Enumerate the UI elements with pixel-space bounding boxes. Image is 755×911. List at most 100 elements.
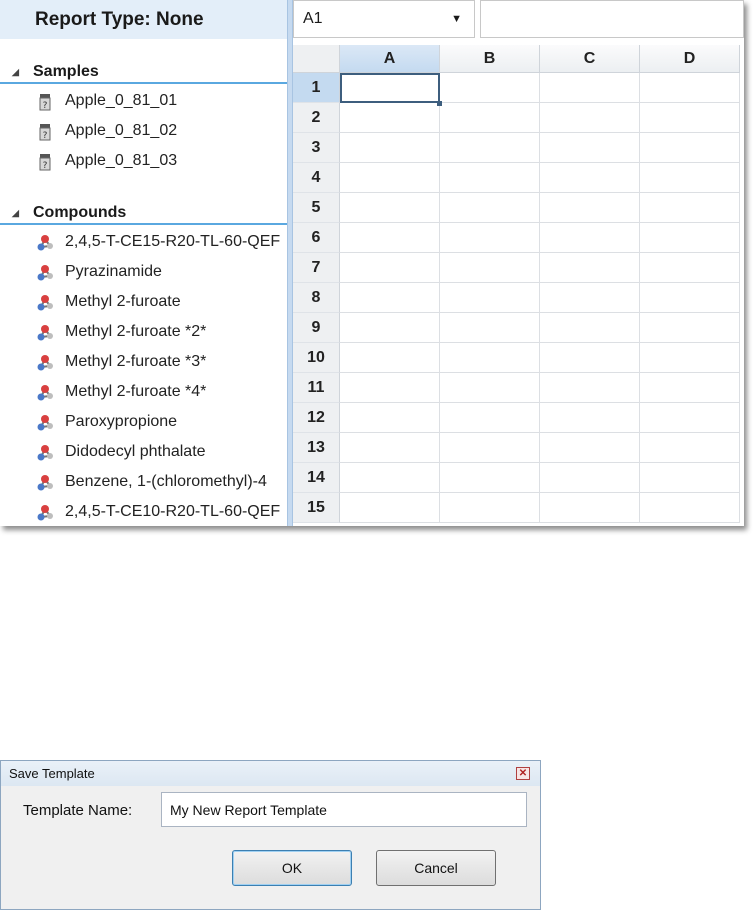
column-header[interactable]: B [440,45,540,73]
grid-cell[interactable] [340,403,440,433]
grid-cell[interactable] [340,433,440,463]
row-header[interactable]: 11 [293,373,340,403]
row-header[interactable]: 2 [293,103,340,133]
collapse-triangle-icon[interactable]: ◢ [12,60,19,84]
row-header[interactable]: 1 [293,73,340,103]
grid-cell[interactable] [540,253,640,283]
grid-cell[interactable] [440,103,540,133]
close-icon[interactable]: ✕ [516,767,530,780]
template-name-input[interactable] [161,792,527,827]
column-header[interactable]: C [540,45,640,73]
grid-cell[interactable] [340,463,440,493]
grid-cell[interactable] [640,343,740,373]
grid-cell[interactable] [540,343,640,373]
fill-handle[interactable] [437,101,442,106]
row-header[interactable]: 4 [293,163,340,193]
grid-cell[interactable] [440,373,540,403]
grid-cell[interactable] [640,223,740,253]
grid-cell[interactable] [540,73,640,103]
select-all-corner[interactable] [293,45,340,73]
row-header[interactable]: 14 [293,463,340,493]
active-cell[interactable] [340,73,440,103]
grid-cell[interactable] [340,103,440,133]
grid-cell[interactable] [340,253,440,283]
compound-item[interactable]: Benzene, 1-(chloromethyl)-4 [0,467,287,497]
grid-cell[interactable] [540,163,640,193]
grid-cell[interactable] [640,73,740,103]
row-header[interactable]: 8 [293,283,340,313]
grid-cell[interactable] [540,283,640,313]
cancel-button[interactable]: Cancel [376,850,496,886]
row-header[interactable]: 9 [293,313,340,343]
grid-cell[interactable] [640,103,740,133]
grid-cell[interactable] [640,433,740,463]
grid-cell[interactable] [540,463,640,493]
grid-cell[interactable] [340,493,440,523]
compound-item[interactable]: Didodecyl phthalate [0,437,287,467]
grid-cell[interactable] [640,373,740,403]
grid-cell[interactable] [340,313,440,343]
grid-cell[interactable] [440,463,540,493]
grid-cell[interactable] [640,313,740,343]
grid-cell[interactable] [640,133,740,163]
grid-cell[interactable] [540,193,640,223]
row-header[interactable]: 10 [293,343,340,373]
grid-cell[interactable] [640,283,740,313]
row-header[interactable]: 6 [293,223,340,253]
compound-item[interactable]: Paroxypropione [0,407,287,437]
cell-name-box[interactable]: A1 ▼ [293,0,475,38]
grid-cell[interactable] [440,163,540,193]
grid-cell[interactable] [340,133,440,163]
grid-cell[interactable] [440,283,540,313]
grid-cell[interactable] [440,193,540,223]
grid-cell[interactable] [540,493,640,523]
dropdown-arrow-icon[interactable]: ▼ [451,1,462,37]
collapse-triangle-icon[interactable]: ◢ [12,201,19,225]
grid-cell[interactable] [340,223,440,253]
row-header[interactable]: 5 [293,193,340,223]
row-header[interactable]: 7 [293,253,340,283]
sample-item[interactable]: ? Apple_0_81_03 [0,146,287,176]
grid-cell[interactable] [340,343,440,373]
grid-cell[interactable] [540,433,640,463]
compound-item[interactable]: Methyl 2-furoate [0,287,287,317]
grid-cell[interactable] [340,373,440,403]
compound-item[interactable]: 2,4,5-T-CE15-R20-TL-60-QEF [0,227,287,257]
grid-cell[interactable] [440,133,540,163]
sample-item[interactable]: ? Apple_0_81_02 [0,116,287,146]
row-header[interactable]: 15 [293,493,340,523]
grid-cell[interactable] [340,193,440,223]
grid-cell[interactable] [540,403,640,433]
compound-item[interactable]: 2,4,5-T-CE10-R20-TL-60-QEF [0,497,287,526]
grid-cell[interactable] [440,493,540,523]
grid-cell[interactable] [340,283,440,313]
grid-cell[interactable] [640,193,740,223]
grid-cell[interactable] [440,313,540,343]
compound-item[interactable]: Methyl 2-furoate *2* [0,317,287,347]
grid-cell[interactable] [540,223,640,253]
row-header[interactable]: 3 [293,133,340,163]
grid-cell[interactable] [540,313,640,343]
grid-cell[interactable] [340,163,440,193]
grid-cell[interactable] [640,163,740,193]
grid-cell[interactable] [440,403,540,433]
sample-item[interactable]: ? Apple_0_81_01 [0,86,287,116]
compound-item[interactable]: Pyrazinamide [0,257,287,287]
grid-cell[interactable] [540,133,640,163]
row-header[interactable]: 12 [293,403,340,433]
grid-cell[interactable] [440,73,540,103]
row-header[interactable]: 13 [293,433,340,463]
grid-cell[interactable] [640,403,740,433]
ok-button[interactable]: OK [232,850,352,886]
grid-cell[interactable] [440,253,540,283]
compounds-section-header[interactable]: ◢ Compounds [0,201,287,225]
formula-bar[interactable] [480,0,744,38]
grid-cell[interactable] [640,463,740,493]
column-header[interactable]: A [340,45,440,73]
grid-cell[interactable] [540,373,640,403]
grid-cell[interactable] [440,343,540,373]
compound-item[interactable]: Methyl 2-furoate *4* [0,377,287,407]
compound-item[interactable]: Methyl 2-furoate *3* [0,347,287,377]
grid-cell[interactable] [540,103,640,133]
column-header[interactable]: D [640,45,740,73]
